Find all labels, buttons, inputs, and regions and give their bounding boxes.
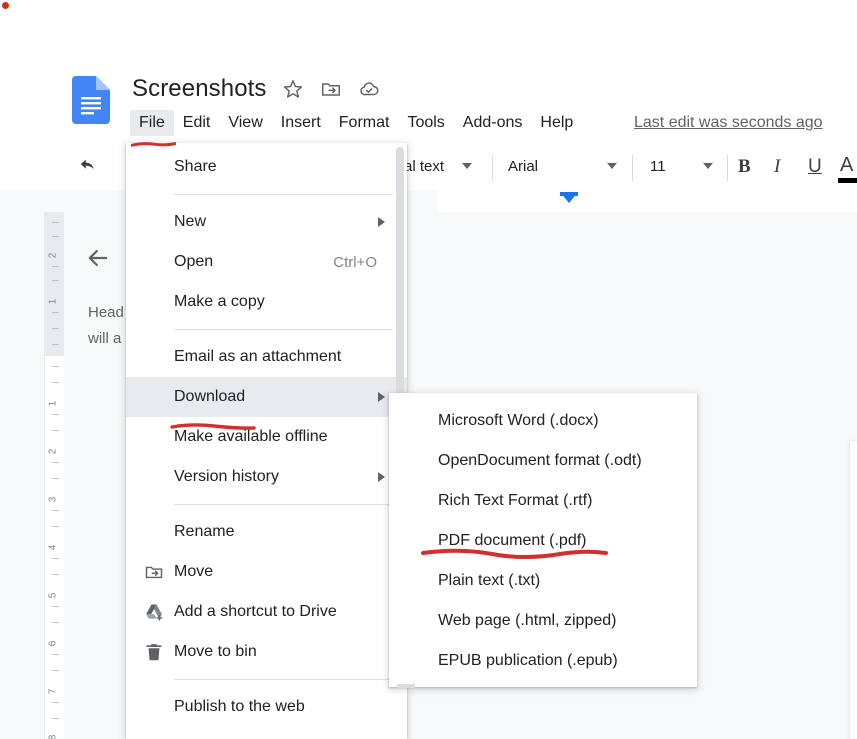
menu-item-file[interactable]: File <box>130 110 174 136</box>
left-gutter <box>0 212 45 739</box>
submenu-option-docx[interactable]: Microsoft Word (.docx) <box>389 401 697 441</box>
vruler-num: 2 <box>47 448 59 455</box>
vruler-num: 6 <box>47 640 59 647</box>
menu-option-download[interactable]: Download <box>126 377 407 417</box>
vruler-num: 2 <box>47 252 59 259</box>
google-docs-icon[interactable] <box>72 76 110 124</box>
download-submenu[interactable]: Microsoft Word (.docx) OpenDocument form… <box>389 393 697 687</box>
menu-item-insert[interactable]: Insert <box>272 110 330 136</box>
submenu-option-epub[interactable]: EPUB publication (.epub) <box>389 641 697 681</box>
outline-line-2: will a <box>88 330 122 347</box>
submenu-arrow-icon <box>378 472 385 482</box>
menu-item-addons[interactable]: Add-ons <box>454 110 532 136</box>
cloud-saved-icon[interactable] <box>358 78 380 100</box>
submenu-scrollbar-thumb[interactable] <box>397 684 415 688</box>
italic-button[interactable]: I <box>774 156 780 178</box>
menu-divider <box>174 504 393 505</box>
menu-option-open[interactable]: Open Ctrl+O <box>126 242 407 282</box>
drive-shortcut-icon <box>144 602 164 622</box>
submenu-option-html[interactable]: Web page (.html, zipped) <box>389 601 697 641</box>
vruler-num: 3 <box>47 496 59 503</box>
title-action-icons <box>282 78 380 100</box>
toolbar-divider <box>632 155 633 181</box>
font-family-value[interactable]: Arial <box>508 158 538 175</box>
font-size-value[interactable]: 11 <box>650 158 666 175</box>
last-edit-status[interactable]: Last edit was seconds ago <box>634 114 823 132</box>
menu-option-email-as-attachment[interactable]: Email as an attachment <box>126 337 407 377</box>
menu-option-make-available-offline[interactable]: Make available offline <box>126 417 407 457</box>
submenu-option-rtf[interactable]: Rich Text Format (.rtf) <box>389 481 697 521</box>
vruler-num: 4 <box>47 544 59 551</box>
submenu-arrow-icon <box>378 392 385 402</box>
toolbar-divider <box>492 155 493 181</box>
document-outline-panel <box>64 212 126 739</box>
outline-line-1: Head <box>88 304 124 321</box>
underline-button[interactable]: U <box>808 156 822 178</box>
chevron-down-icon[interactable] <box>703 163 713 169</box>
menu-option-move[interactable]: Move <box>126 552 407 592</box>
document-title[interactable]: Screenshots <box>132 75 267 103</box>
submenu-arrow-icon <box>378 217 385 227</box>
text-color-button[interactable]: A <box>840 154 853 177</box>
menu-option-rename[interactable]: Rename <box>126 512 407 552</box>
menu-divider <box>174 679 393 680</box>
menu-option-share[interactable]: Share <box>126 147 407 187</box>
vruler-num: 8 <box>47 734 59 739</box>
paragraph-style-value[interactable]: al text <box>404 158 444 175</box>
menu-item-format[interactable]: Format <box>330 110 399 136</box>
shortcut-label: Ctrl+O <box>333 253 377 271</box>
outline-heading-text[interactable]: Head will a <box>88 300 130 352</box>
menu-option-add-shortcut-to-drive[interactable]: Add a shortcut to Drive <box>126 592 407 632</box>
vruler-num: 7 <box>47 688 59 695</box>
trash-icon <box>144 642 164 662</box>
document-page[interactable]: This document is being used to crea on e… <box>850 441 857 739</box>
red-underline-pdf-annotation <box>420 546 610 560</box>
menu-option-move-to-bin[interactable]: Move to bin <box>126 632 407 672</box>
menu-divider <box>174 194 393 195</box>
vruler-num: 1 <box>47 298 59 305</box>
menu-option-make-a-copy[interactable]: Make a copy <box>126 282 407 322</box>
red-dot-marker <box>2 2 9 9</box>
vruler-num: 5 <box>47 592 59 599</box>
toolbar-divider <box>727 155 728 181</box>
google-docs-window: Screenshots File Edit View Insert Format… <box>0 0 857 739</box>
submenu-option-odt[interactable]: OpenDocument format (.odt) <box>389 441 697 481</box>
chevron-down-icon[interactable] <box>462 163 472 169</box>
left-indent-marker[interactable] <box>560 192 578 203</box>
move-to-folder-icon[interactable] <box>320 78 342 100</box>
bold-button[interactable]: B <box>738 156 751 178</box>
red-underline-file-annotation <box>130 134 177 147</box>
menu-divider <box>174 329 393 330</box>
back-arrow-icon[interactable] <box>84 244 112 272</box>
menu-bar: File Edit View Insert Format Tools Add-o… <box>130 110 582 136</box>
menu-item-tools[interactable]: Tools <box>398 110 453 136</box>
menu-option-publish-to-the-web[interactable]: Publish to the web <box>126 687 407 727</box>
vertical-ruler[interactable] <box>44 212 64 739</box>
vruler-num: 1 <box>47 400 59 407</box>
menu-option-version-history[interactable]: Version history <box>126 457 407 497</box>
text-color-swatch[interactable] <box>838 178 857 183</box>
menu-item-view[interactable]: View <box>219 110 271 136</box>
undo-icon[interactable] <box>76 155 102 177</box>
file-menu-dropdown[interactable]: Share New Open Ctrl+O Make a copy Email … <box>126 143 407 739</box>
menu-option-new[interactable]: New <box>126 202 407 242</box>
red-underline-download-annotation <box>170 419 256 430</box>
menu-item-edit[interactable]: Edit <box>174 110 220 136</box>
move-to-folder-icon <box>144 562 164 582</box>
star-icon[interactable] <box>282 78 304 100</box>
menu-item-help[interactable]: Help <box>531 110 582 136</box>
submenu-option-txt[interactable]: Plain text (.txt) <box>389 561 697 601</box>
chevron-down-icon[interactable] <box>607 163 617 169</box>
